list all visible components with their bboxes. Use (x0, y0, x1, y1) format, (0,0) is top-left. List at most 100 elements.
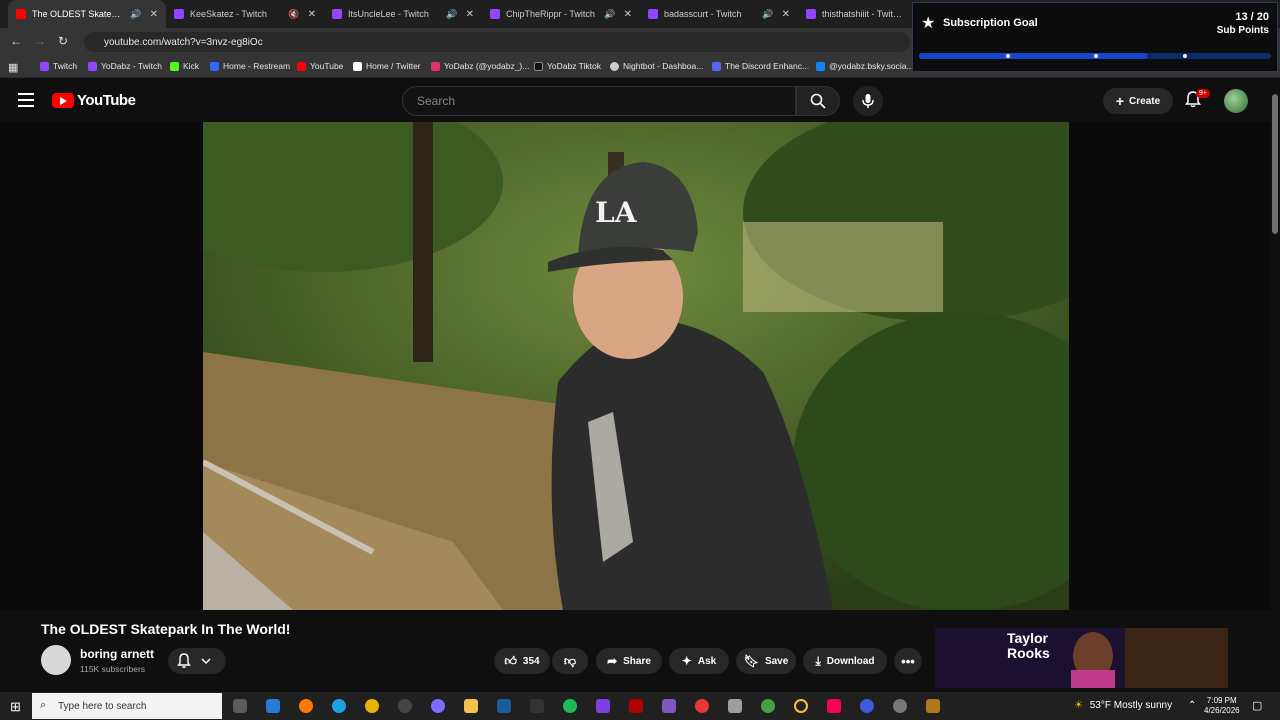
app-icon[interactable] (695, 699, 709, 713)
search-button[interactable] (796, 86, 840, 116)
muted-speaker-icon[interactable]: 🔇 (288, 9, 299, 20)
twitch-icon[interactable] (596, 699, 610, 713)
app-icon[interactable] (794, 699, 808, 713)
scrollbar-thumb[interactable] (1272, 94, 1278, 234)
notification-center-icon[interactable]: ▢ (1252, 699, 1262, 712)
video-player[interactable]: LA (203, 122, 1069, 610)
browser-tab[interactable]: badasscurt - Twitch 🔊 ✕ (640, 0, 798, 28)
chevron-up-icon[interactable]: ⌃ (1188, 700, 1196, 711)
account-avatar[interactable] (1224, 89, 1248, 113)
thumbs-up-icon: 👍︎ (504, 653, 517, 668)
youtube-logo[interactable]: YouTube (52, 92, 136, 109)
spotify-icon[interactable] (563, 699, 577, 713)
apps-grid-icon[interactable]: ▦ (8, 61, 18, 74)
bookmark-item[interactable]: YoDabz - Twitch (88, 61, 162, 71)
bookmark-item[interactable]: Home - Restream (210, 61, 290, 71)
obs-icon[interactable] (398, 699, 412, 713)
bookmark-item[interactable]: YoDabz (@yodabz_)... (431, 61, 529, 71)
chrome-icon[interactable] (365, 699, 379, 713)
sparkle-icon: ✦ (681, 654, 692, 668)
channel-avatar[interactable] (41, 645, 71, 675)
close-icon[interactable]: ✕ (466, 9, 474, 20)
promo-banner[interactable]: Taylor Rooks (935, 628, 1228, 688)
discord-icon (712, 61, 721, 71)
promo-image (935, 628, 1228, 688)
close-icon[interactable]: ✕ (150, 9, 158, 20)
more-actions-button[interactable]: ••• (894, 648, 922, 674)
address-bar[interactable]: youtube.com/watch?v=3nvz-eg8iOc (84, 32, 910, 52)
subscription-bell-button[interactable] (168, 648, 226, 674)
hamburger-menu-icon[interactable] (18, 93, 34, 111)
bookmark-item[interactable]: Nightbot - Dashboa... (610, 61, 703, 71)
steam-icon[interactable] (497, 699, 511, 713)
close-icon[interactable]: ✕ (308, 9, 316, 20)
browser-tab[interactable]: thisthatshiiit - Twitch (798, 0, 910, 28)
speaker-icon[interactable]: 🔊 (604, 9, 615, 20)
app-icon[interactable] (629, 699, 643, 713)
browser-tab[interactable]: KeeSkatez - Twitch 🔇 ✕ (166, 0, 324, 28)
plus-icon: + (1115, 93, 1125, 109)
dislike-button[interactable]: 👎︎ (552, 648, 588, 674)
tab-title: badasscurt - Twitch (664, 9, 742, 19)
promo-headline: Taylor (1007, 630, 1048, 646)
bookmark-item[interactable]: YouTube (297, 61, 343, 71)
browser-tab[interactable]: ItsUncleLee - Twitch 🔊 ✕ (324, 0, 482, 28)
goal-milestone-marker (1183, 54, 1187, 58)
bookmark-icon: 🔖︎ (743, 654, 759, 668)
browser-tab[interactable]: ChipTheRippr - Twitch 🔊 ✕ (482, 0, 640, 28)
settings-gear-icon[interactable] (893, 699, 907, 713)
app-icon[interactable] (860, 699, 874, 713)
bookmark-item[interactable]: The Discord Enhanc... (712, 61, 809, 71)
system-clock[interactable]: 7:09 PM 4/26/2026 (1204, 696, 1240, 716)
close-icon[interactable]: ✕ (624, 9, 632, 20)
speaker-icon[interactable]: 🔊 (130, 9, 141, 20)
bell-chevron-icon (177, 653, 211, 668)
weather-widget[interactable]: ☀ 53°F Mostly sunny (1074, 700, 1172, 711)
save-button[interactable]: 🔖︎ Save (736, 648, 796, 674)
bookmark-item[interactable]: Home / Twitter (353, 61, 421, 71)
edge-icon[interactable] (332, 699, 346, 713)
restream-icon (210, 61, 219, 71)
bookmark-item[interactable]: Twitch (40, 61, 77, 71)
page-scrollbar[interactable] (1270, 88, 1280, 688)
ask-button[interactable]: ✦ Ask (669, 648, 729, 674)
app-icon[interactable] (926, 699, 940, 713)
speaker-icon[interactable]: 🔊 (446, 9, 457, 20)
windows-start-icon[interactable]: ⊞ (10, 699, 21, 715)
create-button[interactable]: + Create (1103, 88, 1173, 114)
app-icon[interactable] (761, 699, 775, 713)
app-icon[interactable] (662, 699, 676, 713)
bookmark-item[interactable]: Kick (170, 61, 199, 71)
twitch-favicon-icon (806, 9, 816, 19)
file-explorer-icon[interactable] (464, 699, 478, 713)
firefox-icon[interactable] (299, 699, 313, 713)
forward-arrow-icon[interactable]: → (34, 34, 46, 48)
epic-games-icon[interactable] (530, 699, 544, 713)
close-icon[interactable]: ✕ (782, 9, 790, 20)
speaker-icon[interactable]: 🔊 (762, 9, 773, 20)
search-placeholder: Search (417, 94, 456, 108)
channel-name[interactable]: boring arnett (80, 647, 154, 661)
video-frame-image: LA (203, 122, 1069, 610)
bookmark-item[interactable]: YoDabz Tiktok (534, 61, 601, 71)
goal-progress-fill (919, 53, 1148, 59)
reload-icon[interactable]: ↻ (58, 34, 68, 48)
search-input[interactable]: Search (402, 86, 796, 116)
thumbs-down-icon: 👎︎ (563, 653, 577, 668)
share-button[interactable]: ➦ Share (596, 648, 662, 674)
app-icon[interactable] (431, 699, 445, 713)
taskbar-search-input[interactable]: ⌕ Type here to search (32, 693, 222, 719)
subscriber-count: 115K subscribers (80, 664, 146, 674)
bookmark-item[interactable]: @yodabz.bsky.socia... (816, 61, 914, 71)
copilot-icon[interactable] (266, 699, 280, 713)
notification-count-badge: 9+ (1196, 89, 1210, 98)
task-view-icon[interactable] (233, 699, 247, 713)
sun-icon: ☀ (1074, 700, 1083, 711)
voice-search-button[interactable] (853, 86, 883, 116)
tiktok-icon[interactable] (827, 699, 841, 713)
like-button[interactable]: 👍︎ 354 (494, 648, 550, 674)
browser-tab[interactable]: The OLDEST Skatepark In The W 🔊 ✕ (8, 0, 166, 28)
download-button[interactable]: ⤓ Download (803, 648, 887, 674)
back-arrow-icon[interactable]: ← (10, 34, 22, 48)
app-icon[interactable] (728, 699, 742, 713)
